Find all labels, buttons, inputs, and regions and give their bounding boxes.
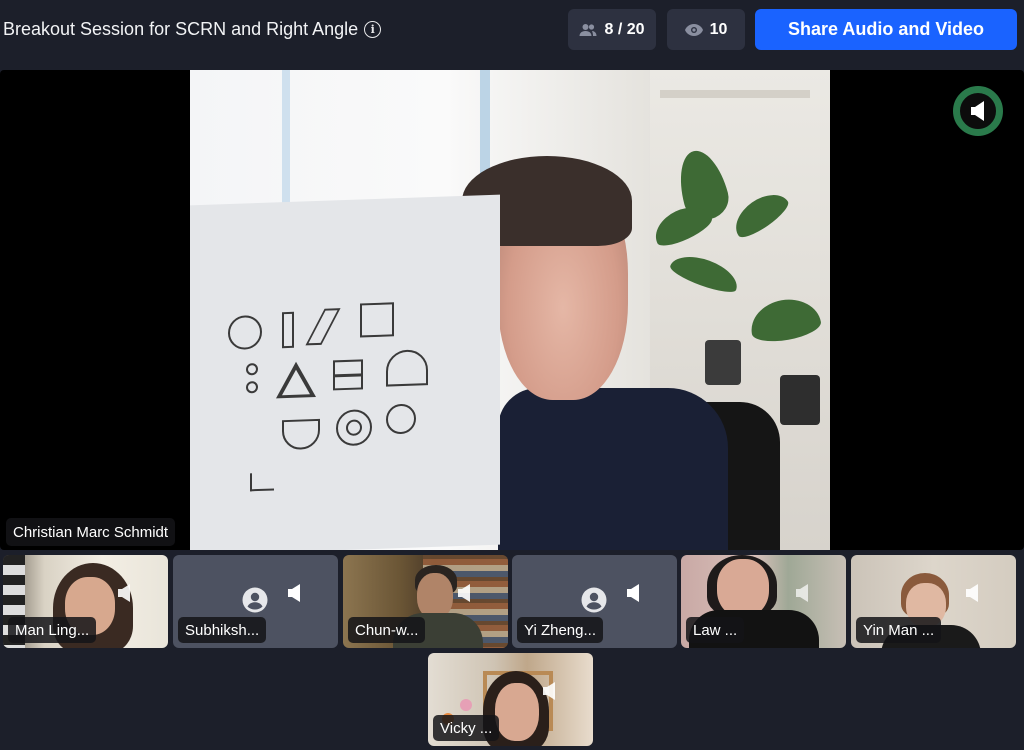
participant-tile[interactable]: Chun-w... <box>343 555 508 648</box>
speaker-icon <box>966 584 978 602</box>
participant-name: Yin Man ... <box>856 617 942 643</box>
participant-name: Man Ling... <box>8 617 97 643</box>
participants-count-button[interactable]: 8 / 20 <box>568 9 656 50</box>
participant-name: Law ... <box>686 617 745 643</box>
viewers-count: 10 <box>709 20 728 38</box>
participants-count: 8 / 20 <box>604 20 645 38</box>
participant-tile[interactable]: Man Ling... <box>3 555 168 648</box>
participant-tile[interactable]: Law ... <box>681 555 846 648</box>
speaker-icon <box>288 584 300 602</box>
session-title: Breakout Session for SCRN and Right Angl… <box>3 19 359 39</box>
speaker-icon <box>458 584 470 602</box>
share-audio-video-button[interactable]: Share Audio and Video <box>755 9 1017 50</box>
header-bar: Breakout Session for SCRN and Right Angl… <box>0 0 1024 62</box>
speaking-indicator <box>953 86 1003 136</box>
speaker-name-tag: Christian Marc Schmidt <box>6 518 176 546</box>
participant-name: Chun-w... <box>348 617 426 643</box>
speaker-icon <box>543 682 555 700</box>
participant-name: Yi Zheng... <box>517 617 603 643</box>
main-video-feed <box>190 70 830 550</box>
info-icon[interactable]: i <box>364 21 382 38</box>
avatar-placeholder-icon <box>242 587 268 613</box>
people-icon <box>579 23 597 36</box>
eye-icon <box>684 23 703 36</box>
participant-tile[interactable]: Yi Zheng... <box>512 555 677 648</box>
viewers-count-button[interactable]: 10 <box>667 9 745 50</box>
participant-tile[interactable]: Yin Man ... <box>851 555 1016 648</box>
speaker-icon <box>627 584 639 602</box>
speaker-icon <box>971 101 984 121</box>
session-title-group: Breakout Session for SCRN and Right Angl… <box>3 19 382 40</box>
participant-tile[interactable]: Vicky ... <box>428 653 593 746</box>
participant-tile[interactable]: Subhiksh... <box>173 555 338 648</box>
participant-name: Vicky ... <box>433 715 500 741</box>
avatar-placeholder-icon <box>581 587 607 613</box>
participant-name: Subhiksh... <box>178 617 267 643</box>
main-video-panel[interactable]: Christian Marc Schmidt <box>0 70 1024 550</box>
speaker-icon <box>796 584 808 602</box>
speaker-icon <box>118 584 130 602</box>
